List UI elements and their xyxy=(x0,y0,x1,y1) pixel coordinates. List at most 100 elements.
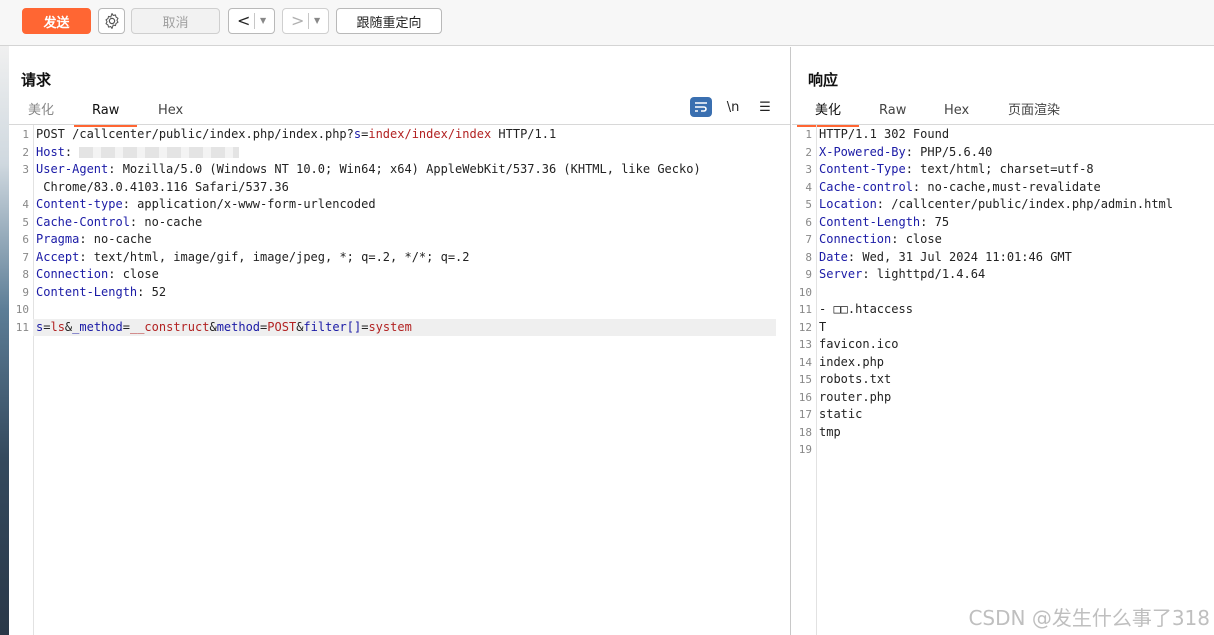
code-line: 9 Server: lighttpd/1.4.64 xyxy=(792,266,1214,284)
wrap-icon[interactable] xyxy=(690,97,712,117)
text-segment: : text/html; charset=utf-8 xyxy=(905,162,1094,176)
code-line: 18 tmp xyxy=(792,424,1214,442)
param-value: ls xyxy=(50,319,65,334)
divider xyxy=(254,13,255,29)
header-key: Connection xyxy=(819,232,892,246)
text-segment: : text/html, image/gif, image/jpeg, *; q… xyxy=(79,249,470,264)
request-tabs: 美化 Raw Hex xyxy=(9,100,790,127)
text-segment: : PHP/5.6.40 xyxy=(905,144,993,159)
header-key: Accept xyxy=(36,249,80,264)
code-line: 10 xyxy=(9,301,790,319)
line-number: 19 xyxy=(798,443,812,456)
line-content: Location: /callcenter/public/index.php/a… xyxy=(819,196,1173,214)
forward-button[interactable]: > ▼ xyxy=(282,8,329,34)
code-line: 2 X-Powered-By: PHP/5.6.40 xyxy=(792,144,1214,162)
line-content: s=ls&_method=__construct&method=POST&fil… xyxy=(36,319,412,337)
text-segment: - □□.htaccess xyxy=(819,302,913,316)
line-content: Host: xyxy=(36,144,240,162)
line-number: 9 xyxy=(805,268,812,281)
header-key: Content-Type xyxy=(819,162,906,176)
line-number: 12 xyxy=(798,320,812,334)
code-line: 8 Connection: close xyxy=(9,266,790,284)
menu-icon[interactable]: ☰ xyxy=(754,97,776,117)
text-segment: router.php xyxy=(819,389,892,404)
text-segment: : 75 xyxy=(920,214,950,229)
param-value: __construct xyxy=(129,319,210,334)
text-segment: T xyxy=(819,319,827,334)
newline-toggle-button[interactable]: \n xyxy=(722,97,744,117)
line-number: 2 xyxy=(805,145,812,159)
text-segment: HTTP/1.1 xyxy=(491,127,557,141)
header-key: Cache-control xyxy=(819,179,913,194)
line-number: 1 xyxy=(22,128,29,141)
line-content: HTTP/1.1 302 Found xyxy=(819,126,949,144)
line-content: Content-Length: 75 xyxy=(819,214,949,232)
code-line: 4 Content-type: application/x-www-form-ur… xyxy=(9,196,790,214)
line-number: 11 xyxy=(798,303,812,316)
line-number: 7 xyxy=(805,233,812,246)
text-segment: HTTP/1.1 302 Found xyxy=(819,127,950,141)
code-line: 1 POST /callcenter/public/index.php/index… xyxy=(9,126,790,144)
param-value: POST xyxy=(267,319,297,334)
line-content: index.php xyxy=(819,354,884,372)
tab-raw[interactable]: Raw xyxy=(861,102,924,124)
tab-hex[interactable]: Hex xyxy=(140,102,201,124)
header-key: Connection xyxy=(36,267,109,281)
header-key: Date xyxy=(819,249,848,264)
code-line: Chrome/83.0.4103.116 Safari/537.36 xyxy=(9,179,790,197)
line-number: 6 xyxy=(22,233,29,246)
text-segment: & xyxy=(209,319,217,334)
line-content: robots.txt xyxy=(819,371,891,389)
request-editor[interactable]: 1 POST /callcenter/public/index.php/index… xyxy=(9,125,790,635)
text-segment: : no-cache xyxy=(79,232,152,246)
line-content: Content-type: application/x-www-form-url… xyxy=(36,196,376,214)
tab-hex[interactable]: Hex xyxy=(926,102,987,124)
line-number: 14 xyxy=(798,355,812,369)
text-segment: : /callcenter/public/index.php/admin.htm… xyxy=(876,197,1174,211)
chevron-down-icon[interactable]: ▼ xyxy=(260,16,266,25)
response-editor[interactable]: 1 HTTP/1.1 302 Found 2 X-Powered-By: PHP/5.… xyxy=(792,125,1214,635)
response-panel: 响应 美化 Raw Hex 页面渲染 1 HTTP/1.1 302 Found 2 X… xyxy=(792,47,1214,635)
code-line: 19 xyxy=(792,441,1214,459)
code-line: 5 Location: /callcenter/public/index.php/… xyxy=(792,196,1214,214)
watermark: CSDN @发生什么事了318 xyxy=(968,606,1210,630)
line-content: Connection: close xyxy=(819,231,942,249)
header-key: Host xyxy=(36,144,65,159)
line-content: Connection: close xyxy=(36,266,159,284)
line-number: 8 xyxy=(805,250,812,264)
back-button[interactable]: < ▼ xyxy=(228,8,275,34)
text-segment: index.php xyxy=(819,354,885,369)
line-number: 10 xyxy=(798,285,812,299)
text-segment: tmp xyxy=(819,424,841,439)
line-content: Content-Length: 52 xyxy=(36,284,166,302)
header-key: Content-Length xyxy=(819,214,921,229)
send-button[interactable]: 发送 xyxy=(22,8,91,34)
header-key: _method xyxy=(72,319,123,334)
line-number: 7 xyxy=(22,250,29,264)
line-number: 4 xyxy=(805,180,812,194)
back-arrow-icon: < xyxy=(237,11,251,30)
text-segment: : close xyxy=(891,232,942,246)
cancel-button[interactable]: 取消 xyxy=(131,8,220,34)
code-line: 7 Connection: close xyxy=(792,231,1214,249)
request-tools: \n ☰ xyxy=(690,97,776,117)
line-number: 11 xyxy=(15,320,29,334)
code-line: 2 Host: xyxy=(9,144,790,162)
text-segment: : Mozilla/5.0 (Windows NT 10.0; Win64; x… xyxy=(108,162,701,176)
code-line: 12 T xyxy=(792,319,1214,337)
follow-redirect-button[interactable]: 跟随重定向 xyxy=(336,8,442,34)
header-key: method xyxy=(216,319,261,334)
line-number: 8 xyxy=(22,268,29,281)
code-line: 3 User-Agent: Mozilla/5.0 (Windows NT 10.… xyxy=(9,161,790,179)
line-content: Content-Type: text/html; charset=utf-8 xyxy=(819,161,1094,179)
toolbar: 发送 取消 < ▼ > ▼ 跟随重定向 xyxy=(0,0,1214,46)
text-segment: = xyxy=(122,319,130,334)
line-number: 17 xyxy=(798,408,812,421)
gear-icon xyxy=(104,12,119,30)
code-line: 7 Accept: text/html, image/gif, image/jpe… xyxy=(9,249,790,267)
line-content: X-Powered-By: PHP/5.6.40 xyxy=(819,144,992,162)
tab-render[interactable]: 页面渲染 xyxy=(990,102,1078,124)
tab-pretty[interactable]: 美化 xyxy=(10,102,72,124)
chevron-down-icon[interactable]: ▼ xyxy=(314,16,320,25)
settings-button[interactable] xyxy=(98,8,125,34)
